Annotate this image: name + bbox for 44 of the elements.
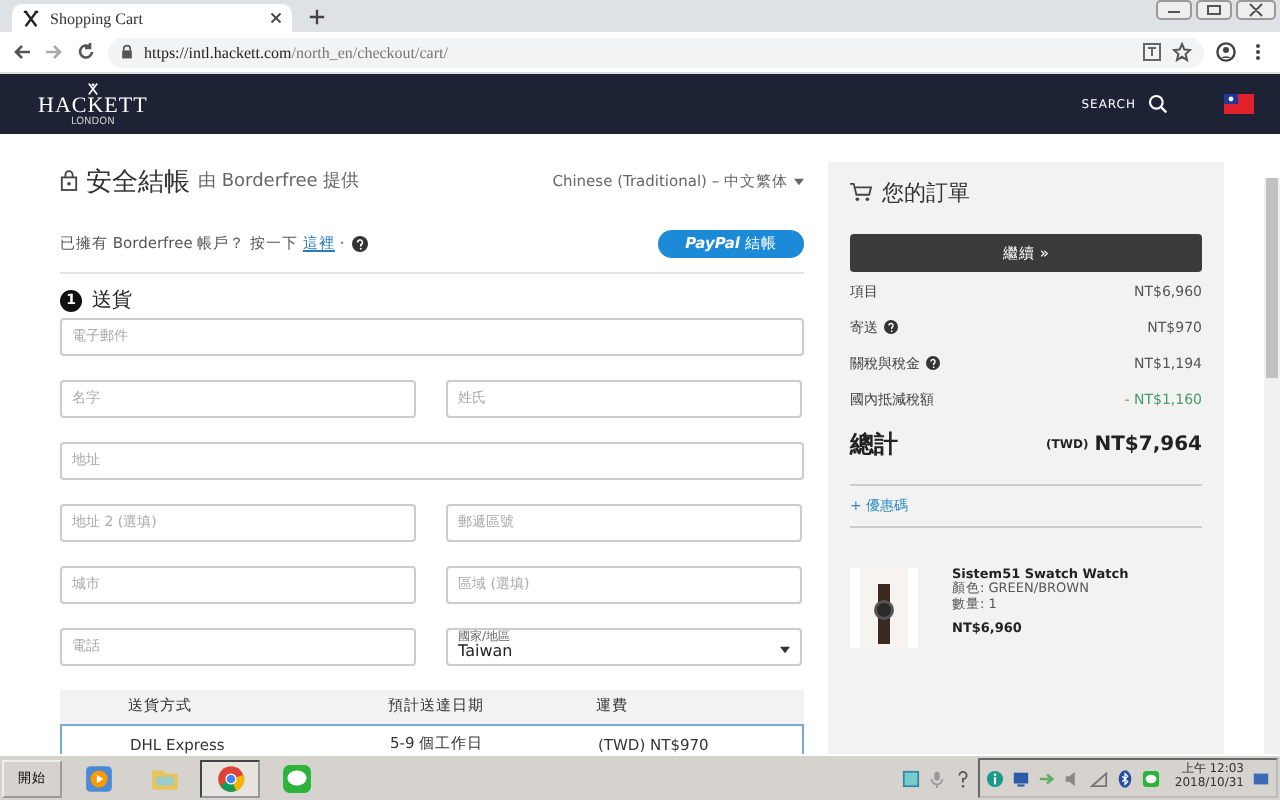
browser-icon xyxy=(215,763,245,793)
translate-icon[interactable] xyxy=(1142,42,1162,62)
flag-icon[interactable] xyxy=(1224,94,1254,114)
reload-icon[interactable] xyxy=(76,42,96,62)
section-title: 送貨 xyxy=(92,288,132,315)
question-mark-icon[interactable] xyxy=(954,769,973,787)
window-controls-drawing[interactable] xyxy=(1156,0,1276,20)
square-icon[interactable] xyxy=(902,769,921,787)
monitor-icon[interactable] xyxy=(1012,769,1031,787)
tab-title: Shopping Cart xyxy=(50,9,145,27)
crossed-swords-icon xyxy=(85,81,100,95)
url-text: https://intl.hackett.com/north_en/checkout/cart/ xyxy=(144,43,450,61)
help-icon[interactable] xyxy=(352,236,369,253)
total-label: 總計 xyxy=(850,427,898,461)
lock-icon xyxy=(120,44,134,60)
star-icon[interactable] xyxy=(1172,42,1192,62)
page-title: 安全結帳 xyxy=(86,165,190,200)
close-icon[interactable] xyxy=(270,12,282,24)
chat-bubble-icon[interactable] xyxy=(1142,769,1161,787)
plus-icon[interactable] xyxy=(308,8,326,26)
info-icon[interactable] xyxy=(986,769,1005,787)
help-icon[interactable] xyxy=(884,320,898,334)
address-bar[interactable]: https://intl.hackett.com/north_en/checkout/cart/ xyxy=(108,37,1204,67)
account-icon[interactable] xyxy=(1216,42,1236,62)
scrollbar[interactable] xyxy=(1264,178,1280,754)
padlock-icon xyxy=(60,170,78,193)
browser-tab[interactable]: Shopping Cart xyxy=(12,4,292,32)
provider-text: 由 Borderfree 提供 xyxy=(198,169,360,195)
chat-bubble-icon xyxy=(281,763,311,793)
search-icon[interactable] xyxy=(1148,94,1168,114)
brand-name[interactable]: HACKETT xyxy=(38,95,148,117)
signal-icon[interactable] xyxy=(1090,769,1109,787)
desktop-icon[interactable] xyxy=(1252,769,1270,787)
back-arrow-icon[interactable] xyxy=(12,42,32,62)
order-title: 您的訂單 xyxy=(882,177,970,207)
taskbar-button[interactable] xyxy=(200,759,260,797)
media-player-icon xyxy=(83,763,113,793)
caret-icon xyxy=(780,645,790,654)
help-icon[interactable] xyxy=(926,356,940,370)
crossed-tools-icon xyxy=(22,9,40,27)
bluetooth-icon[interactable] xyxy=(1116,769,1135,787)
cart-icon xyxy=(850,182,872,202)
total-value: NT$7,964 xyxy=(1094,433,1202,455)
caret-icon xyxy=(794,177,804,186)
